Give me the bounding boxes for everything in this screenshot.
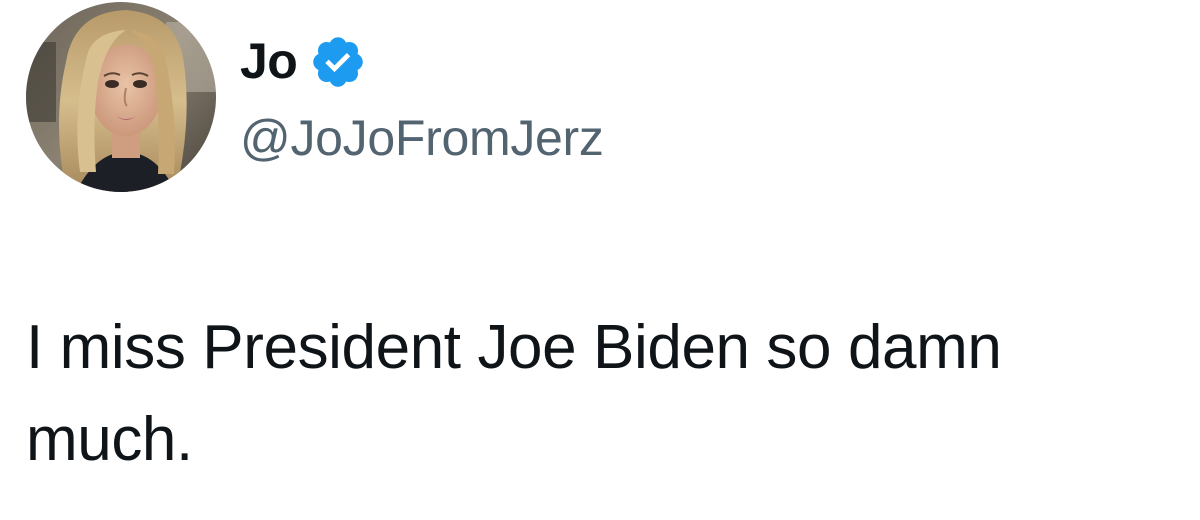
verified-badge-icon[interactable] [309,33,367,91]
avatar-photo [26,2,216,192]
tweet-text: I miss President Joe Biden so damn much. [26,313,1002,474]
tweet-card: Jo @JoJoFromJerz I miss President Joe Bi… [0,0,1200,520]
name-row: Jo [240,26,367,96]
avatar[interactable] [26,2,216,192]
display-name[interactable]: Jo [240,36,298,86]
user-handle[interactable]: @JoJoFromJerz [240,108,604,168]
